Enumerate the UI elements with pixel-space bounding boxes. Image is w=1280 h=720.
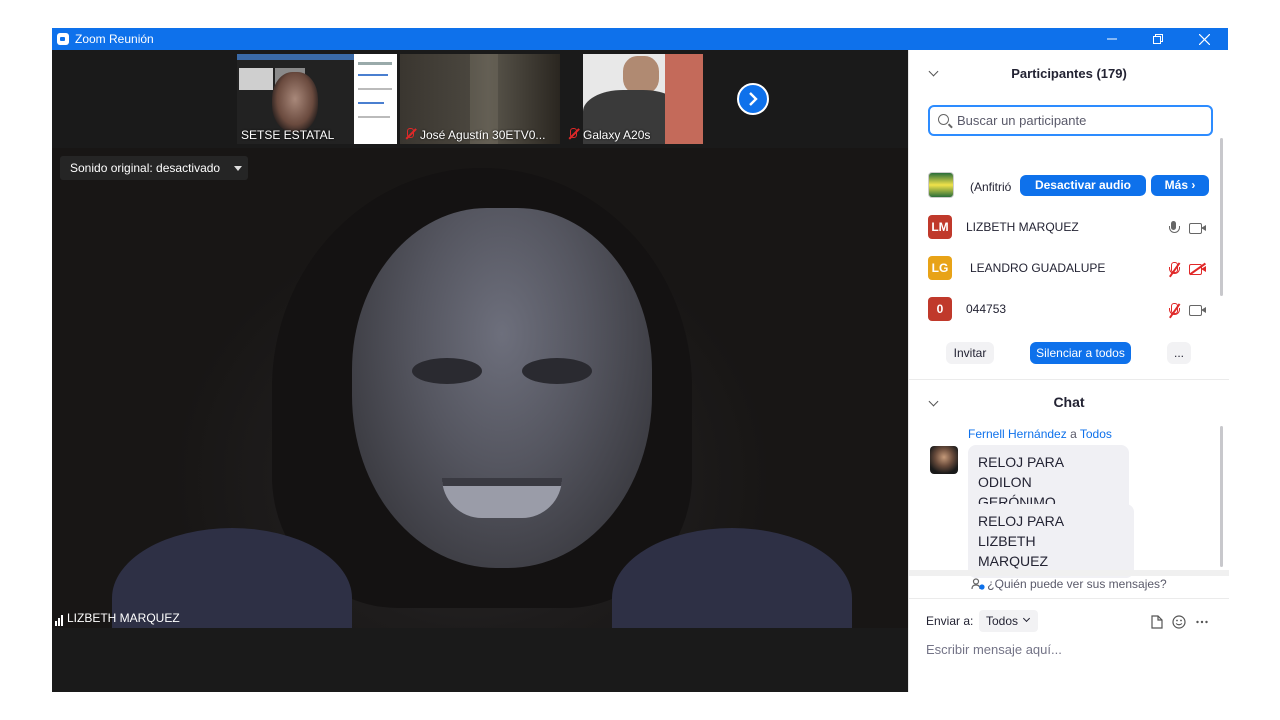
section-divider bbox=[909, 379, 1229, 380]
shared-document bbox=[354, 54, 397, 144]
video-camera-off-icon[interactable] bbox=[1189, 262, 1206, 275]
microphone-muted-icon bbox=[567, 128, 579, 140]
caret-down-icon bbox=[234, 166, 242, 171]
participant-search-input[interactable]: Buscar un participante bbox=[928, 105, 1213, 136]
speaker-name-label: LIZBETH MARQUEZ bbox=[55, 611, 180, 626]
microphone-muted-icon[interactable] bbox=[1167, 303, 1181, 319]
video-thumbnail[interactable]: Galaxy A20s bbox=[563, 54, 723, 144]
original-sound-dropdown[interactable]: Sonido original: desactivado bbox=[60, 156, 248, 180]
file-icon[interactable] bbox=[1151, 615, 1163, 629]
sender-avatar bbox=[930, 446, 958, 474]
thumbnail-label: SETSE ESTATAL bbox=[241, 128, 335, 142]
more-options-button[interactable]: Más › bbox=[1151, 175, 1209, 196]
next-page-button[interactable] bbox=[737, 83, 769, 115]
restore-button[interactable] bbox=[1135, 28, 1181, 50]
video-thumbnail[interactable]: José Agustín 30ETV0... bbox=[400, 54, 560, 144]
mute-all-button[interactable]: Silenciar a todos bbox=[1030, 342, 1131, 364]
active-speaker-video[interactable]: Sonido original: desactivado LIZBETH MAR… bbox=[52, 148, 908, 628]
message-input[interactable]: Escribir mensaje aquí... bbox=[926, 642, 1062, 657]
minimize-button[interactable] bbox=[1089, 28, 1135, 50]
emoji-icon[interactable] bbox=[1172, 615, 1186, 629]
video-camera-icon[interactable] bbox=[1189, 304, 1206, 316]
thumbnail-label: Galaxy A20s bbox=[567, 128, 650, 142]
close-icon bbox=[1198, 33, 1210, 45]
chevron-down-icon bbox=[1022, 614, 1031, 623]
mute-audio-button[interactable]: Desactivar audio bbox=[1020, 175, 1146, 196]
more-icon[interactable] bbox=[1196, 620, 1208, 624]
recipient-dropdown[interactable]: Todos bbox=[979, 610, 1038, 632]
original-sound-label: Sonido original: desactivado bbox=[70, 161, 221, 175]
signal-strength-icon bbox=[55, 612, 64, 626]
side-panel: Participantes (179) Buscar un participan… bbox=[908, 50, 1229, 692]
avatar: LG bbox=[928, 256, 952, 280]
send-to-label: Enviar a: bbox=[926, 614, 974, 628]
to-word: a bbox=[1070, 427, 1077, 441]
avatar: LM bbox=[928, 215, 952, 239]
sender-name[interactable]: Fernell Hernández bbox=[968, 427, 1067, 441]
chat-sender-line: Fernell Hernández a Todos bbox=[968, 427, 1112, 441]
chat-divider bbox=[909, 570, 1229, 576]
participant-name: 044753 bbox=[966, 302, 1007, 316]
chat-scrollbar[interactable] bbox=[1220, 426, 1223, 567]
participants-title: Participantes (179) bbox=[1011, 66, 1127, 81]
zoom-icon bbox=[57, 33, 69, 45]
participant-row[interactable]: LG LEANDRO GUADALUPE bbox=[909, 248, 1219, 289]
invite-button[interactable]: Invitar bbox=[946, 342, 994, 364]
avatar: 0 bbox=[928, 297, 952, 321]
minimize-icon bbox=[1107, 38, 1117, 40]
people-icon bbox=[971, 578, 985, 590]
microphone-icon[interactable] bbox=[1167, 221, 1181, 237]
thumbnail-label: José Agustín 30ETV0... bbox=[404, 128, 545, 142]
search-placeholder: Buscar un participante bbox=[957, 113, 1087, 128]
video-face bbox=[352, 208, 652, 568]
chevron-right-icon bbox=[749, 92, 758, 106]
gallery-strip: SETSE ESTATAL José Agustín 30ETV0... Gal… bbox=[52, 50, 908, 148]
message-line: RELOJ PARA LIZBETH bbox=[978, 513, 1064, 549]
participant-name: LEANDRO GUADALUPE bbox=[970, 261, 1106, 275]
message-line: RELOJ PARA ODILON bbox=[978, 454, 1064, 490]
video-camera-icon[interactable] bbox=[1189, 222, 1206, 234]
participant-row-host[interactable]: (Anfitrió Desactivar audio Más › bbox=[909, 166, 1219, 207]
message-line: MARQUEZ bbox=[978, 553, 1048, 569]
recipient-name: Todos bbox=[1079, 427, 1112, 441]
close-button[interactable] bbox=[1181, 28, 1227, 50]
host-avatar bbox=[928, 172, 954, 198]
window-title: Zoom Reunión bbox=[75, 32, 154, 46]
restore-icon bbox=[1153, 34, 1163, 44]
recipient-value: Todos bbox=[986, 614, 1019, 628]
video-thumbnail[interactable]: SETSE ESTATAL bbox=[237, 54, 397, 144]
search-icon bbox=[938, 114, 949, 125]
who-can-see-link[interactable]: ¿Quién puede ver sus mensajes? bbox=[909, 577, 1229, 591]
composer-divider bbox=[909, 598, 1229, 599]
chat-message: RELOJ PARA LIZBETH MARQUEZ bbox=[968, 504, 1134, 578]
zoom-window: Zoom Reunión SETSE ESTATAL José Agustín … bbox=[52, 28, 1229, 692]
participant-row[interactable]: LM LIZBETH MARQUEZ bbox=[909, 207, 1219, 248]
participants-more-button[interactable]: ... bbox=[1167, 342, 1191, 364]
participants-scrollbar[interactable] bbox=[1220, 138, 1223, 296]
title-bar: Zoom Reunión bbox=[52, 28, 1228, 50]
microphone-muted-icon[interactable] bbox=[1167, 262, 1181, 278]
participant-name: LIZBETH MARQUEZ bbox=[966, 220, 1079, 234]
participant-row[interactable]: 0 044753 bbox=[909, 289, 1219, 330]
microphone-muted-icon bbox=[404, 128, 416, 140]
chat-title: Chat bbox=[1053, 394, 1085, 410]
host-name: (Anfitrió bbox=[970, 180, 1012, 194]
